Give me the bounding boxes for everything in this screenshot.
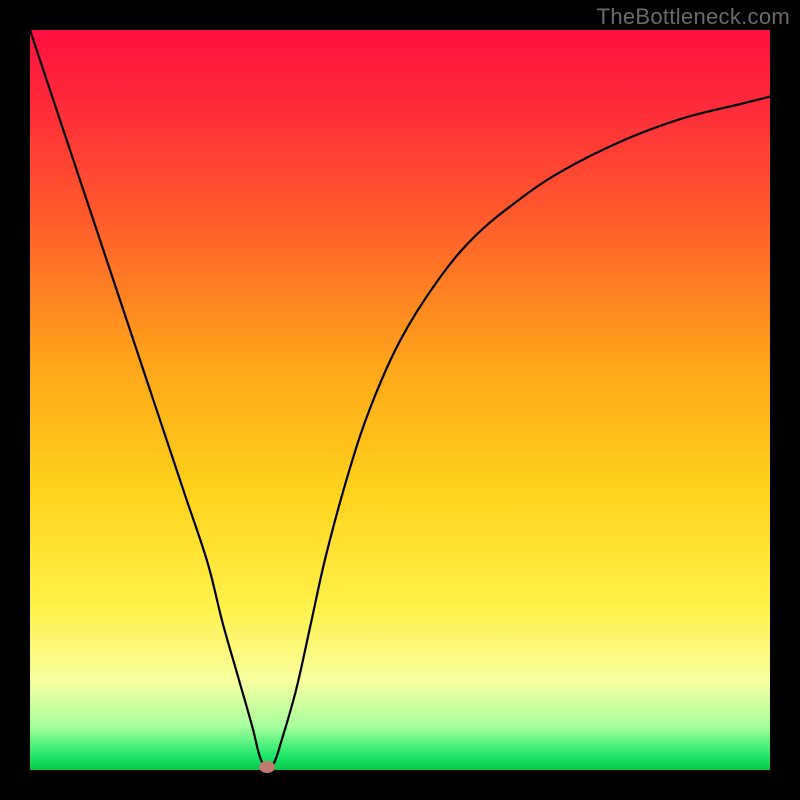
chart-frame: TheBottleneck.com [0, 0, 800, 800]
watermark-text: TheBottleneck.com [597, 4, 790, 30]
bottleneck-curve [30, 30, 770, 770]
minimum-point-marker [259, 761, 275, 773]
plot-area [30, 30, 770, 770]
